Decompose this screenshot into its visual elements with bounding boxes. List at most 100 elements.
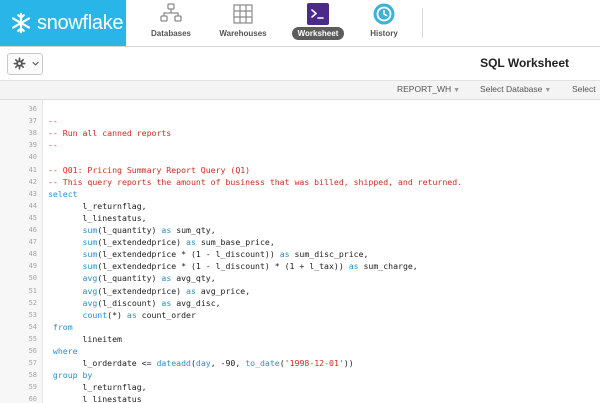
code-token: (l_extendedprice) bbox=[97, 237, 187, 248]
snowflake-icon bbox=[11, 12, 31, 34]
code-token: avg_qty, bbox=[171, 273, 216, 284]
worksheet-icon bbox=[307, 3, 329, 25]
nav-history[interactable]: History bbox=[357, 0, 411, 46]
gear-icon bbox=[13, 57, 26, 70]
code-token: avg_price, bbox=[195, 285, 251, 296]
code-text: lineitem bbox=[48, 334, 122, 344]
code-line[interactable]: 56 where bbox=[0, 345, 600, 357]
caret-down-icon: ▼ bbox=[453, 87, 461, 94]
code-line[interactable]: 57 l_orderdate <= dateadd(day, -90, to_d… bbox=[0, 357, 600, 369]
line-number: 46 bbox=[28, 226, 37, 234]
nav-warehouses[interactable]: Warehouses bbox=[214, 0, 272, 46]
code-line[interactable]: 44 l_returnflag, bbox=[0, 200, 600, 212]
worksheet-actions-button[interactable] bbox=[7, 53, 43, 75]
top-nav: snowflake Databases Warehouses Worksheet… bbox=[0, 0, 600, 47]
code-text: l_returnflag, bbox=[48, 201, 147, 211]
history-icon bbox=[373, 3, 395, 25]
code-token: avg bbox=[82, 273, 98, 284]
worksheet-header: SQL Worksheet bbox=[0, 47, 600, 81]
code-line[interactable]: 55 lineitem bbox=[0, 333, 600, 345]
code-line[interactable]: 58 group by bbox=[0, 369, 600, 381]
code-line[interactable]: 48 sum(l_extendedprice * (1 - l_discount… bbox=[0, 248, 600, 260]
line-number: 43 bbox=[28, 189, 37, 198]
code-token: as bbox=[279, 249, 290, 260]
code-line[interactable]: 47 sum(l_extendedprice) as sum_base_pric… bbox=[0, 236, 600, 248]
database-selector-value: Select Database bbox=[480, 84, 543, 94]
sql-editor[interactable]: 36 37 -- 38 -- Run all canned reports 39 -- 40 4… bbox=[0, 100, 600, 403]
schema-selector[interactable]: Select bbox=[572, 84, 596, 94]
code-text: -- This query reports the amount of busi… bbox=[48, 177, 462, 187]
warehouse-selector[interactable]: REPORT_WH ▼ bbox=[397, 84, 460, 94]
code-token: as bbox=[186, 237, 196, 248]
line-number: 55 bbox=[28, 334, 37, 343]
code-line[interactable]: 54 from bbox=[0, 321, 600, 333]
line-number: 39 bbox=[28, 141, 37, 150]
code-text: l_linestatus bbox=[48, 394, 142, 403]
code-token: -- Run all canned reports bbox=[48, 128, 172, 139]
line-number: 56 bbox=[28, 347, 37, 355]
code-line[interactable]: 39 -- bbox=[0, 139, 600, 151]
code-line[interactable]: 50 avg(l_quantity) as avg_qty, bbox=[0, 272, 600, 284]
code-line[interactable]: 40 bbox=[0, 151, 600, 163]
brand-logo[interactable]: snowflake bbox=[0, 0, 126, 46]
code-line[interactable]: 41 -- Q01: Pricing Summary Report Query (… bbox=[0, 164, 600, 176]
code-text: avg(l_extendedprice) as avg_price, bbox=[48, 285, 251, 296]
code-line[interactable]: 43 select bbox=[0, 188, 600, 200]
code-token: sum bbox=[82, 237, 98, 248]
code-token: , -90, bbox=[210, 358, 246, 369]
line-number: 58 bbox=[28, 371, 37, 380]
code-token: (l_extendedprice * (1 - l_discount) * (1… bbox=[97, 261, 349, 272]
code-token: l_returnflag, bbox=[48, 382, 147, 393]
nav-worksheet[interactable]: Worksheet bbox=[290, 0, 346, 46]
warehouse-selector-value: REPORT_WH bbox=[397, 84, 452, 94]
code-line[interactable]: 42 -- This query reports the amount of bu… bbox=[0, 176, 600, 188]
line-number: 37 bbox=[28, 117, 37, 126]
code-line[interactable]: 36 bbox=[0, 103, 600, 115]
line-number: 53 bbox=[28, 310, 37, 319]
code-token: to_date bbox=[245, 358, 280, 369]
code-text: avg(l_quantity) as avg_qty, bbox=[48, 273, 216, 283]
code-token: as bbox=[348, 261, 359, 272]
code-token: '1998-12-01' bbox=[284, 358, 344, 369]
code-token: (l_quantity) bbox=[97, 273, 162, 284]
code-text: -- bbox=[48, 140, 58, 150]
code-line[interactable]: 53 count(*) as count_order bbox=[0, 309, 600, 321]
code-line[interactable]: 38 -- Run all canned reports bbox=[0, 127, 600, 139]
code-token: dateadd bbox=[156, 358, 191, 369]
code-token: lineitem bbox=[48, 333, 122, 344]
nav-databases[interactable]: Databases bbox=[143, 0, 199, 46]
nav-databases-label: Databases bbox=[150, 29, 192, 38]
code-line[interactable]: 59 l_returnflag, bbox=[0, 381, 600, 393]
line-number: 38 bbox=[28, 129, 37, 138]
code-line[interactable]: 45 l_linestatus, bbox=[0, 212, 600, 224]
databases-icon bbox=[160, 3, 182, 22]
code-token: -- bbox=[48, 140, 58, 151]
code-token: where bbox=[48, 346, 78, 356]
code-line[interactable]: 60 l_linestatus bbox=[0, 393, 600, 403]
line-number: 59 bbox=[28, 383, 37, 392]
code-text: sum(l_extendedprice * (1 - l_discount) *… bbox=[48, 261, 418, 271]
code-token: sum bbox=[82, 225, 98, 235]
chevron-down-icon bbox=[32, 61, 39, 66]
line-number: 42 bbox=[28, 177, 37, 186]
nav-history-label: History bbox=[370, 29, 398, 38]
code-text: select bbox=[48, 189, 78, 199]
code-line[interactable]: 49 sum(l_extendedprice * (1 - l_discount… bbox=[0, 260, 600, 272]
code-token: (l_discount) bbox=[97, 297, 162, 308]
code-token: )) bbox=[343, 358, 354, 369]
code-token: group by bbox=[48, 370, 93, 381]
code-token: l_returnflag, bbox=[48, 200, 147, 211]
code-line[interactable]: 51 avg(l_extendedprice) as avg_price, bbox=[0, 285, 600, 297]
code-line[interactable]: 46 sum(l_quantity) as sum_qty, bbox=[0, 224, 600, 236]
code-text: count(*) as count_order bbox=[48, 310, 196, 320]
code-token: avg_disc, bbox=[171, 297, 221, 308]
caret-down-icon: ▼ bbox=[544, 87, 552, 94]
code-token: as bbox=[186, 285, 196, 296]
database-selector[interactable]: Select Database ▼ bbox=[480, 84, 551, 94]
code-token: sum bbox=[82, 261, 98, 272]
code-line[interactable]: 37 -- bbox=[0, 115, 600, 127]
code-line[interactable]: 52 avg(l_discount) as avg_disc, bbox=[0, 297, 600, 309]
schema-selector-value: Select bbox=[572, 84, 596, 94]
